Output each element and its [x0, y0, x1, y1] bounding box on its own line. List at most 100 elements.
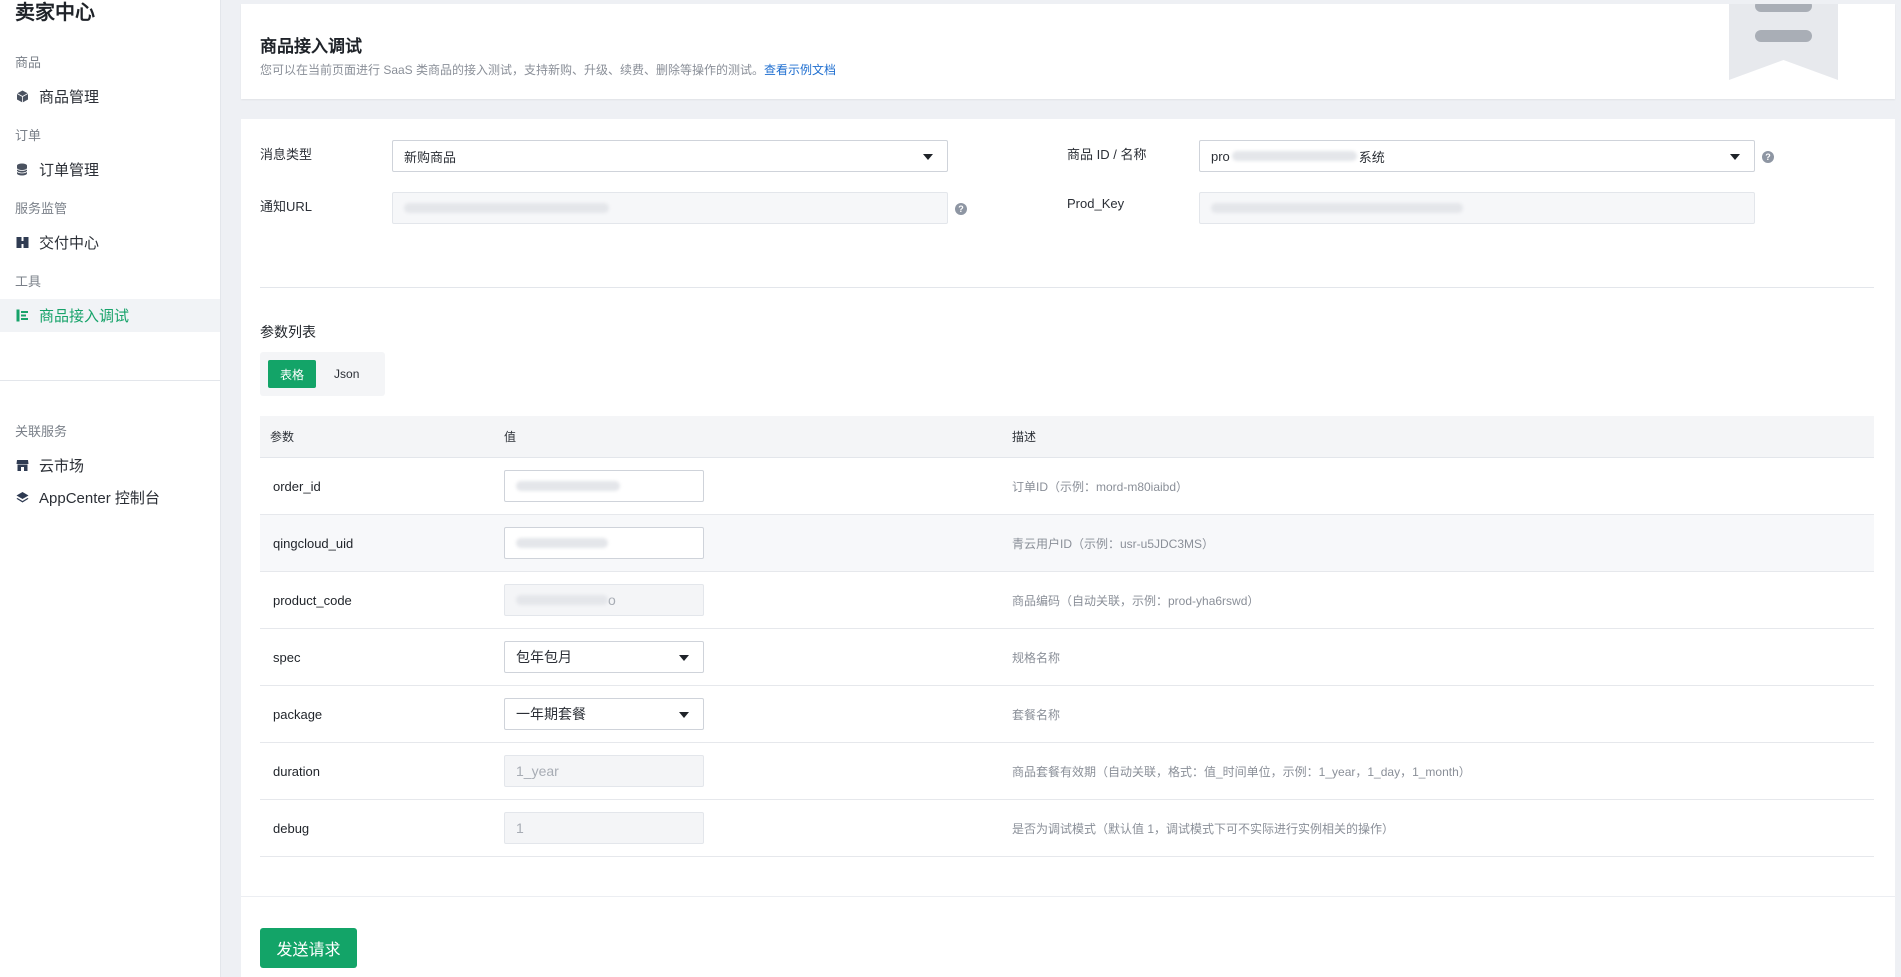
sidebar-group-service: 服务监管 [15, 201, 68, 216]
send-request-button[interactable]: 发送请求 [260, 928, 357, 968]
product-select[interactable]: pro 系统 [1199, 140, 1755, 172]
param-name: qingcloud_uid [273, 535, 354, 551]
sidebar: 卖家中心 商品 商品管理 订单 订单管理 服务监管 交付中心 工具 商品接入调试… [0, 0, 221, 977]
sidebar-item-label: AppCenter 控制台 [39, 490, 160, 507]
chevron-down-icon [679, 655, 689, 661]
param-desc: 订单ID（示例：mord-m80iaibd） [1012, 479, 1189, 494]
sidebar-group-goods: 商品 [15, 55, 42, 70]
product-code-input[interactable]: o [504, 584, 704, 616]
page-description: 您可以在当前页面进行 SaaS 类商品的接入测试，支持新购、升级、续费、删除等操… [260, 61, 836, 78]
spec-value: 包年包月 [516, 649, 572, 665]
view-toggle: 表格 Json [260, 352, 385, 396]
app-title: 卖家中心 [15, 2, 95, 24]
package-select[interactable]: 一年期套餐 [504, 698, 704, 730]
sidebar-item-goods-mgmt[interactable]: 商品管理 [0, 80, 220, 113]
table-row: package 一年期套餐 套餐名称 [260, 686, 1874, 743]
param-desc: 是否为调试模式（默认值 1，调试模式下可不实际进行实例相关的操作） [1012, 821, 1395, 836]
param-desc: 青云用户ID（示例：usr-u5JDC3MS） [1012, 536, 1215, 551]
product-value-prefix: pro [1211, 148, 1230, 164]
sidebar-group-tools: 工具 [15, 274, 42, 289]
chevron-down-icon [923, 154, 933, 160]
table-row: spec 包年包月 规格名称 [260, 629, 1874, 686]
redacted-text [516, 481, 620, 491]
msg-type-select[interactable]: 新购商品 [392, 140, 948, 172]
footer-bar: 发送请求 [241, 896, 1895, 977]
param-name: product_code [273, 592, 352, 608]
column-header-param: 参数 [270, 430, 295, 444]
sidebar-item-label: 商品接入调试 [39, 308, 130, 325]
debug-input[interactable]: 1 [504, 812, 704, 844]
redacted-text [404, 203, 609, 213]
table-row: qingcloud_uid 青云用户ID（示例：usr-u5JDC3MS） [260, 515, 1874, 572]
layers-icon [15, 491, 29, 505]
notify-url-input[interactable] [392, 192, 948, 224]
delivery-icon [15, 236, 29, 250]
redacted-text [1231, 151, 1357, 161]
sidebar-divider [0, 380, 220, 381]
qingcloud-uid-input[interactable] [504, 527, 704, 559]
product-label: 商品 ID / 名称 [1067, 147, 1147, 162]
database-icon [15, 163, 29, 177]
redacted-text [1211, 203, 1463, 213]
page-header: 商品接入调试 您可以在当前页面进行 SaaS 类商品的接入测试，支持新购、升级、… [241, 4, 1895, 99]
sidebar-item-appcenter[interactable]: AppCenter 控制台 [0, 481, 220, 514]
table-row: order_id 订单ID（示例：mord-m80iaibd） [260, 458, 1874, 515]
duration-input[interactable]: 1_year [504, 755, 704, 787]
param-desc: 套餐名称 [1012, 707, 1061, 722]
product-value-suffix: 系统 [1358, 149, 1385, 165]
msg-type-label: 消息类型 [260, 147, 313, 162]
sidebar-item-label: 交付中心 [39, 235, 100, 252]
params-table: 参数 值 描述 order_id 订单ID（示例：mord-m80iaibd） … [260, 416, 1874, 857]
debug-form-card: 消息类型 新购商品 商品 ID / 名称 pro 系统 ? 通知URL ? Pr… [241, 119, 1895, 899]
redacted-text [516, 538, 608, 548]
tab-json[interactable]: Json [322, 360, 371, 388]
param-desc: 规格名称 [1012, 650, 1061, 665]
duration-value: 1_year [516, 763, 559, 779]
help-icon[interactable]: ? [955, 203, 967, 215]
table-row: duration 1_year 商品套餐有效期（自动关联，格式：值_时间单位，示… [260, 743, 1874, 800]
cube-icon [15, 90, 29, 104]
sidebar-item-label: 商品管理 [39, 89, 100, 106]
table-row: product_code o 商品编码（自动关联，示例：prod-yha6rsw… [260, 572, 1874, 629]
sidebar-item-order-mgmt[interactable]: 订单管理 [0, 153, 220, 186]
param-name: package [273, 706, 323, 722]
column-header-desc: 描述 [1012, 430, 1037, 444]
table-header: 参数 值 描述 [260, 416, 1874, 458]
bookmark-icon [1729, 4, 1838, 86]
sidebar-item-label: 云市场 [39, 458, 85, 475]
chevron-down-icon [1730, 154, 1740, 160]
debug-tool-icon [15, 309, 29, 323]
divider [260, 287, 1874, 288]
help-icon[interactable]: ? [1762, 151, 1774, 163]
spec-select[interactable]: 包年包月 [504, 641, 704, 673]
param-desc: 商品套餐有效期（自动关联，格式：值_时间单位，示例：1_year，1_day，1… [1012, 764, 1471, 779]
debug-value: 1 [516, 820, 524, 836]
page-title: 商品接入调试 [260, 37, 362, 56]
param-name: order_id [273, 478, 321, 494]
notify-url-label: 通知URL [260, 199, 313, 214]
order-id-input[interactable] [504, 470, 704, 502]
tab-table[interactable]: 表格 [268, 360, 317, 388]
prod-key-label: Prod_Key [1067, 196, 1125, 211]
sidebar-item-label: 订单管理 [39, 162, 100, 179]
table-row: debug 1 是否为调试模式（默认值 1，调试模式下可不实际进行实例相关的操作… [260, 800, 1874, 857]
redacted-text [516, 595, 608, 605]
params-title: 参数列表 [260, 324, 316, 340]
prod-key-input[interactable] [1199, 192, 1755, 224]
sidebar-item-market[interactable]: 云市场 [0, 449, 220, 482]
msg-type-value: 新购商品 [404, 149, 457, 165]
param-desc: 商品编码（自动关联，示例：prod-yha6rswd） [1012, 593, 1260, 608]
store-icon [15, 459, 29, 473]
example-doc-link[interactable]: 查看示例文档 [764, 63, 836, 77]
sidebar-item-debug[interactable]: 商品接入调试 [0, 299, 220, 332]
sidebar-group-related: 关联服务 [15, 424, 68, 439]
product-code-suffix: o [608, 592, 616, 608]
sidebar-group-orders: 订单 [15, 128, 42, 143]
param-name: spec [273, 649, 301, 665]
column-header-value: 值 [504, 430, 517, 444]
chevron-down-icon [679, 712, 689, 718]
sidebar-item-delivery[interactable]: 交付中心 [0, 226, 220, 259]
param-name: duration [273, 763, 320, 779]
package-value: 一年期套餐 [516, 706, 586, 722]
param-name: debug [273, 820, 310, 836]
